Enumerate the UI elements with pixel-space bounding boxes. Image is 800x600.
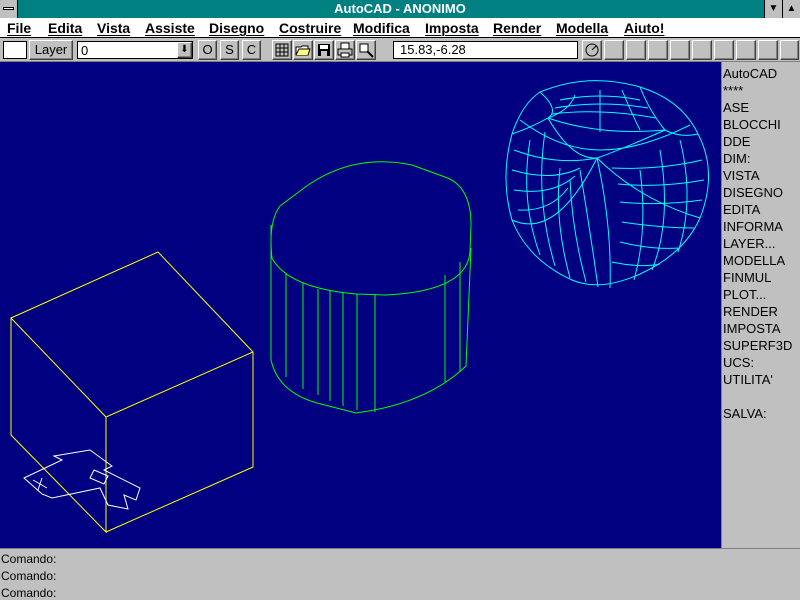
command-prompt[interactable]: Comando: [1, 586, 56, 600]
screen-menu: AutoCAD **** ASE BLOCCHI DDE DIM: VISTA … [721, 62, 800, 548]
screen-menu-item-plot[interactable]: PLOT... [723, 287, 766, 302]
screen-menu-header[interactable]: AutoCAD [723, 66, 777, 81]
screen-menu-item-dim[interactable]: DIM: [723, 151, 750, 166]
screen-menu-item-vista[interactable]: VISTA [723, 168, 760, 183]
screen-menu-item-utilita[interactable]: UTILITA' [723, 372, 773, 387]
menu-disegno[interactable]: Disegno [209, 20, 264, 36]
screen-menu-item-finmul[interactable]: FINMUL [723, 270, 771, 285]
screen-menu-item-informa[interactable]: INFORMA [723, 219, 783, 234]
open-folder-icon [295, 45, 311, 56]
osnap-s-button[interactable]: S [220, 40, 239, 60]
title-bar: AutoCAD - ANONIMO ▼ ▲ [0, 0, 800, 18]
screen-menu-item-edita[interactable]: EDITA [723, 202, 760, 217]
screen-menu-item-salva[interactable]: SALVA: [723, 406, 767, 421]
screen-menu-item-ucs[interactable]: UCS: [723, 355, 754, 370]
screen-menu-item-modella[interactable]: MODELLA [723, 253, 785, 268]
screen-menu-item-disegno[interactable]: DISEGNO [723, 185, 783, 200]
save-button[interactable] [314, 40, 334, 60]
layer-button[interactable]: Layer [29, 40, 73, 60]
layer-dropdown[interactable]: 0 ⬇ [77, 41, 193, 59]
floppy-icon [318, 44, 330, 56]
window-title: AutoCAD - ANONIMO [334, 1, 466, 16]
menu-modella[interactable]: Modella [556, 20, 608, 36]
toolbar: Layer 0 ⬇ O S C 15.83,-6.28 [0, 38, 800, 62]
osnap-c-button[interactable]: C [242, 40, 261, 60]
command-line: Comando: [1, 552, 57, 566]
menu-modifica[interactable]: Modifica [353, 20, 410, 36]
tool-button-5[interactable] [670, 40, 690, 60]
zoom-window-icon [359, 43, 374, 58]
tool-button-7[interactable] [714, 40, 734, 60]
screen-menu-item-dde[interactable]: DDE [723, 134, 750, 149]
tool-button-1[interactable] [582, 40, 602, 60]
maximize-icon: ▲ [786, 3, 797, 14]
menu-render[interactable]: Render [493, 20, 541, 36]
ucs-icon [23, 449, 141, 510]
layer-dropdown-arrow-icon[interactable]: ⬇ [177, 42, 192, 58]
menu-bar: File Edita Vista Assiste Disegno Costrui… [0, 18, 800, 38]
menu-aiuto[interactable]: Aiuto! [624, 20, 664, 36]
screen-menu-item-render[interactable]: RENDER [723, 304, 778, 319]
drawing-canvas[interactable] [0, 62, 721, 548]
menu-assiste[interactable]: Assiste [145, 20, 195, 36]
menu-vista[interactable]: Vista [97, 20, 130, 36]
zoom-button[interactable] [356, 40, 376, 60]
screen-menu-item-blocchi[interactable]: BLOCCHI [723, 117, 781, 132]
tool-button-8[interactable] [736, 40, 756, 60]
minimize-icon: ▼ [768, 3, 779, 14]
tool-button-3[interactable] [626, 40, 646, 60]
drawing-svg [10, 80, 709, 534]
tool-button-4[interactable] [648, 40, 668, 60]
maximize-button[interactable]: ▲ [782, 0, 800, 18]
minimize-button[interactable]: ▼ [764, 0, 782, 18]
toolbox-button[interactable] [272, 40, 292, 60]
screen-menu-item-superf3d[interactable]: SUPERF3D [723, 338, 792, 353]
screen-menu-item-imposta[interactable]: IMPOSTA [723, 321, 781, 336]
screen-menu-stars[interactable]: **** [723, 83, 743, 98]
box-wireframe [10, 251, 254, 534]
grid-icon [275, 43, 289, 57]
tool-button-2[interactable] [604, 40, 624, 60]
layer-color-swatch[interactable] [3, 41, 27, 59]
menu-imposta[interactable]: Imposta [425, 20, 479, 36]
menu-costruire[interactable]: Costruire [279, 20, 341, 36]
screen-menu-item-layer[interactable]: LAYER... [723, 236, 776, 251]
open-button[interactable] [293, 40, 313, 60]
menu-file[interactable]: File [7, 20, 31, 36]
tool-button-10[interactable] [780, 40, 799, 60]
tool-button-9[interactable] [758, 40, 778, 60]
menu-edita[interactable]: Edita [48, 20, 82, 36]
command-line: Comando: [1, 569, 57, 583]
coordinates-display: 15.83,-6.28 [393, 41, 578, 59]
osnap-o-button[interactable]: O [198, 40, 217, 60]
rounded-cube-mesh [505, 80, 709, 289]
command-area[interactable]: Comando: Comando: Comando: [0, 548, 800, 600]
tool-button-6[interactable] [692, 40, 712, 60]
printer-icon [337, 42, 353, 58]
print-button[interactable] [335, 40, 355, 60]
layer-value: 0 [81, 43, 89, 58]
compass-icon [585, 43, 599, 57]
screen-menu-item-ase[interactable]: ASE [723, 100, 749, 115]
cylinder-wireframe [270, 161, 472, 414]
